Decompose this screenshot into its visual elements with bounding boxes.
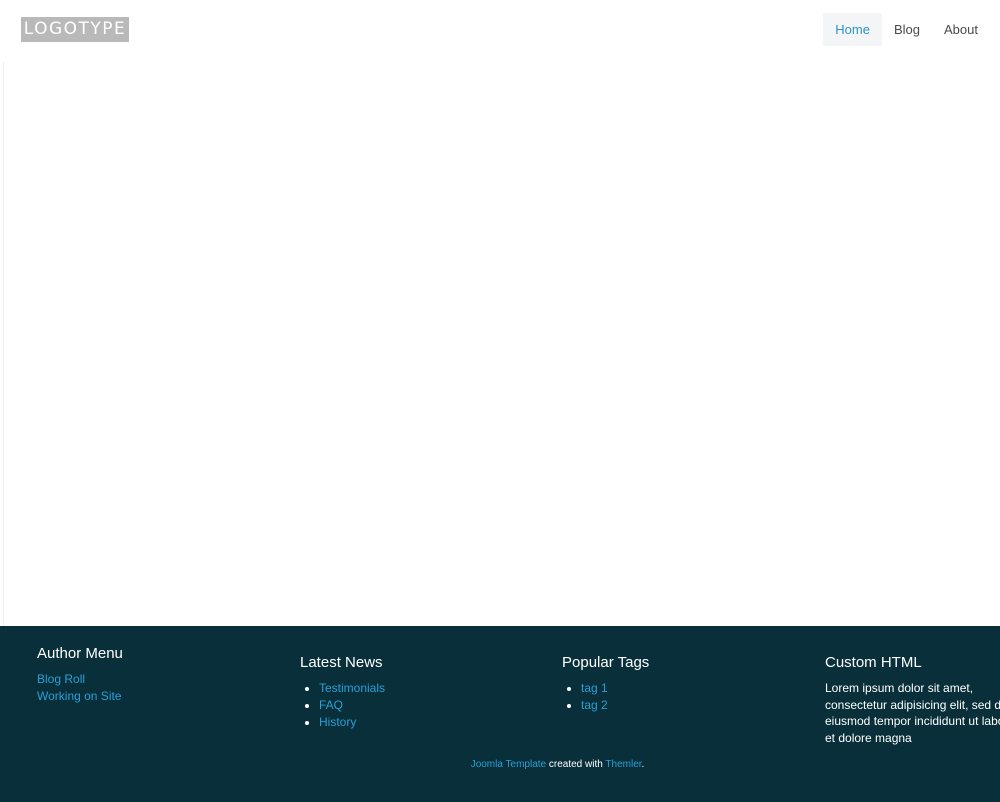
- latest-news-title: Latest News: [300, 654, 383, 671]
- nav-item-blog[interactable]: Blog: [882, 13, 932, 46]
- custom-html-title: Custom HTML: [825, 654, 922, 671]
- popular-tags-list: tag 1 tag 2: [562, 680, 649, 714]
- copyright-middle-text: created with: [546, 759, 606, 770]
- author-menu-links: Blog Roll Working on Site: [37, 671, 123, 705]
- tag-link-1[interactable]: tag 1: [581, 681, 608, 695]
- list-item: FAQ: [319, 697, 385, 714]
- list-item: tag 1: [581, 680, 649, 697]
- site-footer: Author Menu Blog Roll Working on Site La…: [0, 626, 1000, 802]
- list-item: Testimonials: [319, 680, 385, 697]
- themler-link[interactable]: Themler: [605, 759, 641, 770]
- author-menu-link-blog-roll[interactable]: Blog Roll: [37, 671, 123, 688]
- latest-news-list: Testimonials FAQ History: [300, 680, 385, 731]
- custom-html-text: Lorem ipsum dolor sit amet, consectetur …: [825, 681, 1000, 745]
- main-nav: Home Blog About: [823, 13, 990, 46]
- tag-link-2[interactable]: tag 2: [581, 698, 608, 712]
- nav-item-about[interactable]: About: [932, 13, 990, 46]
- nav-item-home[interactable]: Home: [823, 13, 882, 46]
- logo[interactable]: LOGOTYPE: [21, 17, 129, 42]
- list-item: tag 2: [581, 697, 649, 714]
- main-content-area: [3, 62, 1000, 626]
- author-menu-title: Author Menu: [37, 645, 123, 662]
- list-item: History: [319, 714, 385, 731]
- site-header: LOGOTYPE Home Blog About: [0, 0, 1000, 62]
- copyright-end-text: .: [641, 759, 645, 770]
- popular-tags-module: Popular Tags tag 1 tag 2: [562, 653, 649, 714]
- copyright-line: Joomla Template created with Themler.: [0, 756, 1000, 773]
- popular-tags-title: Popular Tags: [562, 654, 650, 671]
- latest-news-link-testimonials[interactable]: Testimonials: [319, 681, 385, 695]
- latest-news-link-faq[interactable]: FAQ: [319, 698, 343, 712]
- author-menu-module: Author Menu Blog Roll Working on Site: [37, 644, 123, 705]
- custom-html-module: Custom HTML Lorem ipsum dolor sit amet, …: [825, 653, 1000, 746]
- joomla-template-link[interactable]: Joomla Template: [471, 759, 546, 770]
- author-menu-link-working-on-site[interactable]: Working on Site: [37, 688, 123, 705]
- latest-news-module: Latest News Testimonials FAQ History: [300, 653, 385, 731]
- latest-news-link-history[interactable]: History: [319, 715, 356, 729]
